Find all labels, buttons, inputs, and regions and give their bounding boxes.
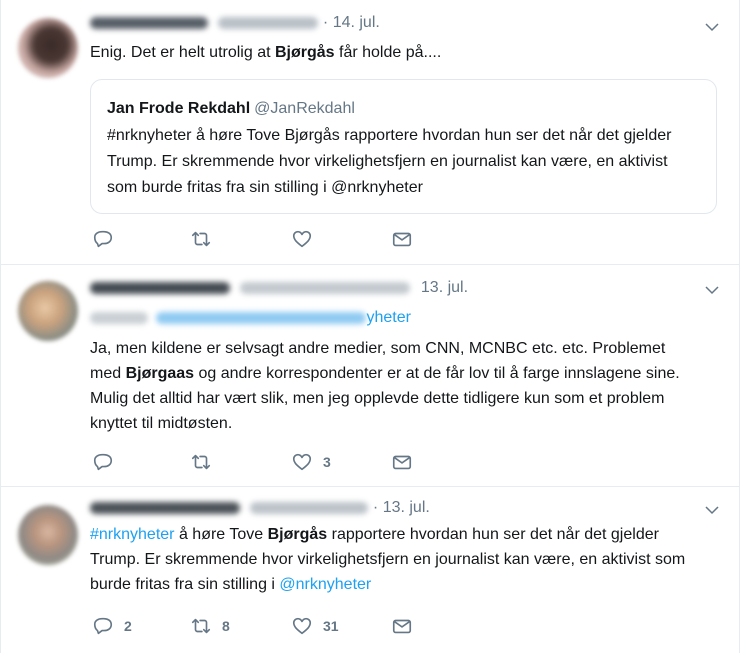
user-name-redacted[interactable] (90, 17, 208, 29)
like-icon (292, 453, 312, 471)
hashtag-link[interactable]: #nrknyheter (90, 526, 175, 543)
like-button[interactable]: 3 (291, 451, 331, 473)
dm-icon (392, 232, 412, 247)
retweet-button[interactable]: 8 (190, 615, 230, 637)
reply-button[interactable]: 2 (92, 615, 132, 637)
retweet-icon (191, 231, 211, 247)
user-name-redacted[interactable] (90, 502, 240, 514)
tweet-header: · 13. jul. (90, 499, 699, 521)
like-button[interactable]: 31 (291, 615, 339, 637)
quoted-user-handle: @JanRekdahl (254, 100, 355, 117)
tweet-1[interactable]: · 14. jul. Enig. Det er helt utrolig at … (0, 0, 739, 264)
reply-button[interactable] (92, 451, 124, 473)
dm-icon (392, 455, 412, 470)
reply-icon (93, 453, 113, 471)
avatar[interactable] (18, 281, 78, 341)
dm-button[interactable] (391, 615, 413, 637)
like-icon (292, 617, 312, 635)
reply-button[interactable] (92, 228, 124, 250)
retweet-button[interactable] (190, 451, 222, 473)
user-handle-redacted[interactable] (240, 282, 411, 294)
reply-icon (93, 230, 113, 248)
reply-to-mention[interactable]: yheter (366, 309, 410, 326)
reply-count: 2 (124, 618, 132, 634)
dm-button[interactable] (391, 228, 413, 250)
user-handle-redacted[interactable] (250, 502, 369, 514)
tweet-header: · 14. jul. (90, 14, 699, 36)
tweet-text: #nrknyheter å høre Tove Bjørgås rapporte… (90, 526, 686, 593)
tweet-date[interactable]: 13. jul. (421, 279, 468, 296)
dm-icon (392, 619, 412, 634)
like-button[interactable] (291, 228, 323, 250)
avatar[interactable] (18, 18, 78, 78)
retweet-button[interactable] (190, 228, 222, 250)
quoted-user-name: Jan Frode Rekdahl (107, 100, 251, 117)
reply-to-mentions-redacted[interactable] (156, 311, 367, 324)
reply-icon (93, 617, 113, 635)
quoted-tweet-text: #nrknyheter å høre Tove Bjørgås rapporte… (107, 127, 672, 196)
chevron-down-icon[interactable] (703, 18, 721, 36)
tweet-date[interactable]: 14. jul. (333, 14, 380, 31)
retweet-icon (191, 618, 211, 634)
tweet-text: Ja, men kildene er selvsagt andre medier… (90, 340, 680, 432)
tweet-3[interactable]: · 13. jul. #nrknyheter å høre Tove Bjørg… (0, 487, 739, 653)
tweet-text: Enig. Det er helt utrolig at Bjørgås får… (90, 44, 442, 61)
mention-link[interactable]: @nrknyheter (279, 576, 371, 593)
retweet-icon (191, 454, 211, 470)
timeline-right-border (739, 0, 740, 653)
tweet-2[interactable]: 13. jul. yheter Ja, men kildene er selvs… (0, 265, 739, 486)
quoted-tweet[interactable]: Jan Frode Rekdahl @JanRekdahl #nrknyheter… (90, 79, 717, 214)
tweet-header: 13. jul. (90, 279, 699, 301)
chevron-down-icon[interactable] (703, 281, 721, 299)
like-count: 3 (323, 454, 331, 470)
avatar[interactable] (18, 505, 78, 565)
chevron-down-icon[interactable] (703, 501, 721, 519)
dm-button[interactable] (391, 451, 413, 473)
user-handle-redacted[interactable] (218, 17, 319, 29)
retweet-count: 8 (222, 618, 230, 634)
user-name-redacted[interactable] (90, 282, 230, 294)
quoted-tweet-header: Jan Frode Rekdahl @JanRekdahl (107, 100, 355, 118)
reply-to-line: yheter (90, 309, 411, 327)
like-count: 31 (323, 618, 339, 634)
tweet-date[interactable]: 13. jul. (383, 499, 430, 516)
like-icon (292, 230, 312, 248)
